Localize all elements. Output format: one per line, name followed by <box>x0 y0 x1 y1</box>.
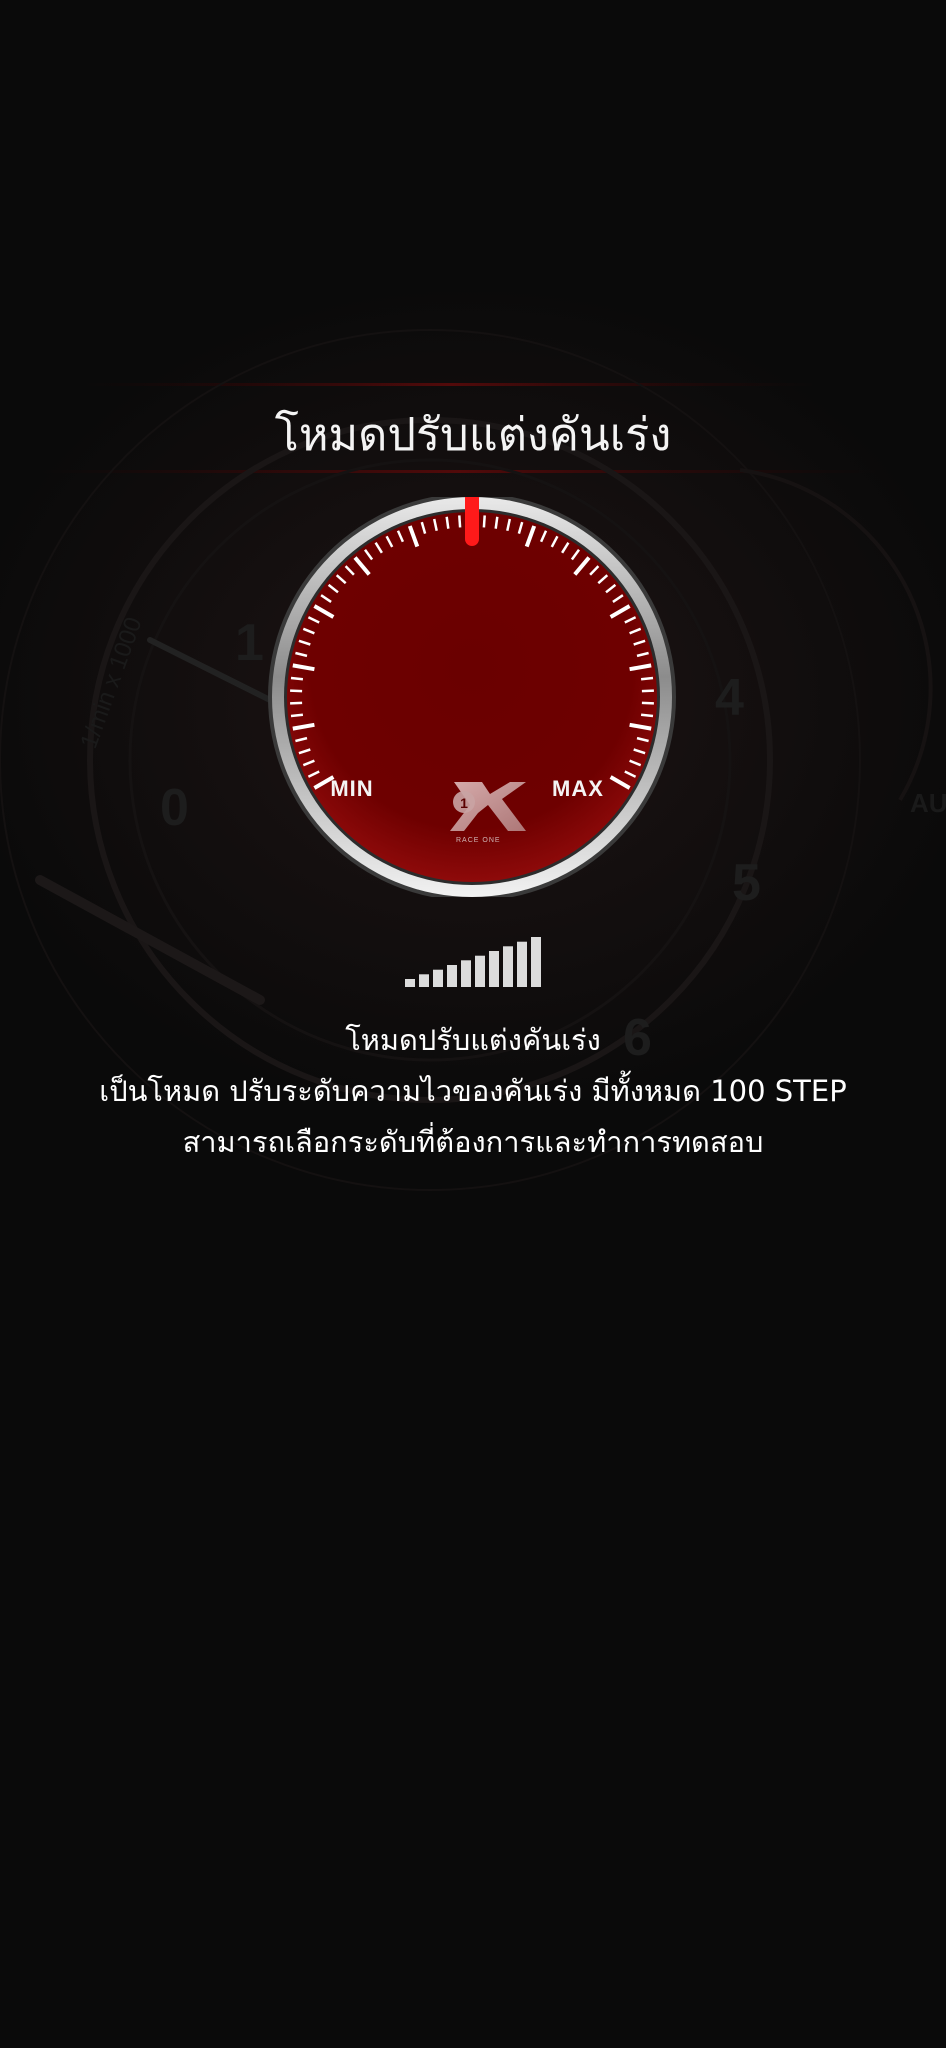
gauge-minor-tick <box>494 516 499 529</box>
gauge-minor-tick <box>640 676 654 681</box>
gauge-min-label: MIN <box>330 776 373 801</box>
signal-bar <box>433 969 443 987</box>
signal-bar <box>461 960 471 987</box>
svg-text:1: 1 <box>460 795 468 811</box>
description-block: โหมดปรับแต่งคันเร่ง เป็นโหมด ปรับระดับคว… <box>0 1015 946 1168</box>
description-heading: โหมดปรับแต่งคันเร่ง <box>345 1023 601 1057</box>
bg-dial-number: 5 <box>732 854 761 912</box>
signal-bar <box>517 941 527 987</box>
description-line-2: สามารถเลือกระดับที่ต้องการและทำการทดสอบ <box>182 1125 764 1159</box>
gauge-minor-tick <box>458 515 462 528</box>
page-title: โหมดปรับแต่งคันเร่ง <box>274 408 672 461</box>
gauge-minor-tick <box>445 516 450 529</box>
gauge-minor-tick <box>641 689 654 693</box>
gauge-minor-tick <box>641 701 654 705</box>
signal-bar <box>503 946 513 987</box>
signal-bar <box>405 979 415 987</box>
gauge-face <box>287 512 657 882</box>
bg-right-text: AU <box>910 788 946 818</box>
signal-bar <box>531 937 541 987</box>
gauge-minor-tick <box>290 676 304 681</box>
gauge-minor-tick <box>290 713 304 718</box>
description-line-1: เป็นโหมด ปรับระดับความไวของคันเร่ง มีทั้… <box>99 1074 847 1108</box>
signal-bars-icon <box>405 937 541 987</box>
screen: 0 1 4 5 6 1/min x 1000 AU โหมดปรับแต่งคั… <box>0 0 946 2048</box>
gauge-minor-tick <box>290 701 303 705</box>
signal-bar <box>419 974 429 987</box>
gauge-minor-tick <box>640 713 654 718</box>
signal-bar <box>489 951 499 987</box>
logo-tagline: RACE ONE <box>456 837 501 844</box>
gauge-minor-tick <box>290 689 303 693</box>
signal-bar <box>475 955 485 987</box>
bg-dial-number: 1 <box>235 614 264 672</box>
gauge-minor-tick <box>482 515 486 528</box>
signal-bar <box>447 965 457 987</box>
throttle-gauge: MIN MAX 1 RACE ONE <box>264 497 684 897</box>
bg-dial-number: 0 <box>160 779 189 837</box>
bg-dial-number: 4 <box>715 669 744 727</box>
gauge-dial: MIN MAX 1 RACE ONE <box>268 497 676 897</box>
gauge-max-label: MAX <box>552 776 604 801</box>
